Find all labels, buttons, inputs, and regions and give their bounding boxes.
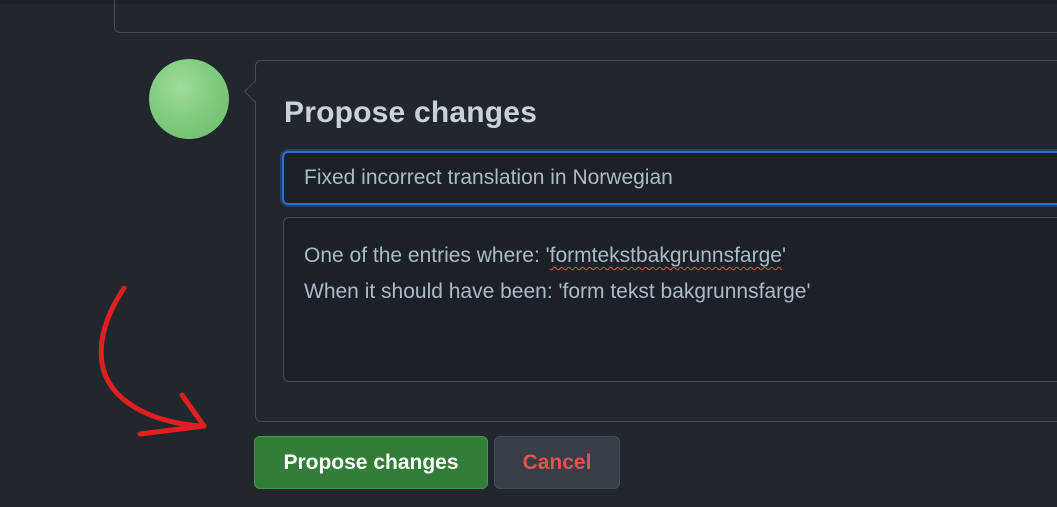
line1-prefix: One of the entries where: ' xyxy=(304,244,550,267)
page-title: Propose changes xyxy=(284,96,538,129)
commit-description-textarea[interactable]: One of the entries where: 'formtekstbakg… xyxy=(283,217,1057,382)
propose-changes-button[interactable]: Propose changes xyxy=(254,436,488,489)
screenshot-stage: Propose changes One of the entries where… xyxy=(0,0,1057,507)
commit-title-input[interactable] xyxy=(282,151,1057,205)
description-line-1: One of the entries where: 'formtekstbakg… xyxy=(304,238,1057,274)
user-avatar[interactable] xyxy=(149,59,229,139)
line1-suffix: ' xyxy=(781,244,786,267)
misspelled-word: formtekstbakgrunnsfarge xyxy=(549,244,782,267)
previous-comment-box xyxy=(114,0,1057,33)
description-line-2: When it should have been: 'form tekst ba… xyxy=(304,280,811,303)
cancel-button[interactable]: Cancel xyxy=(494,436,620,489)
